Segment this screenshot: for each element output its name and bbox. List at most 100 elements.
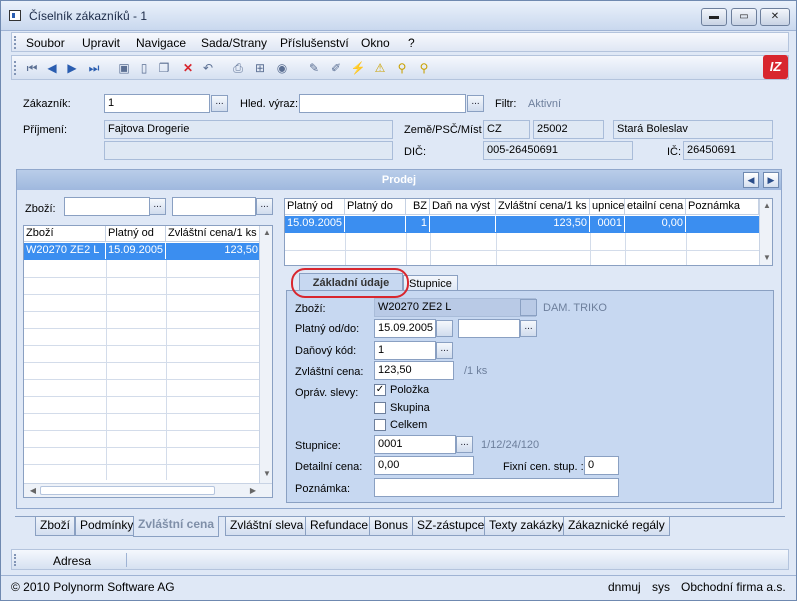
tree-icon[interactable]: ⊞ xyxy=(252,60,268,76)
platny-od-calendar-button[interactable] xyxy=(436,320,453,337)
scroll-left-icon[interactable]: ◀ xyxy=(26,486,40,495)
detail-dan-input[interactable]: 1 xyxy=(374,341,436,360)
detail-poznamka-input[interactable] xyxy=(374,478,619,497)
scroll-down-icon[interactable]: ▼ xyxy=(760,253,772,262)
dan-lookup-button[interactable]: ... xyxy=(436,342,453,359)
menu-sada-strany[interactable]: Sada/Strany xyxy=(201,36,267,50)
grid-line xyxy=(24,294,260,295)
refresh-icon[interactable]: ◉ xyxy=(274,60,290,76)
scroll-right-icon[interactable]: ▶ xyxy=(246,486,260,495)
filter-clear-icon[interactable]: ⚠ xyxy=(372,60,388,76)
maximize-button[interactable]: ▭ xyxy=(731,8,757,26)
scroll-down-icon[interactable]: ▼ xyxy=(260,469,272,478)
detail-fixni-input[interactable]: 0 xyxy=(584,456,619,475)
search-next-icon[interactable]: ⚲ xyxy=(416,60,432,76)
hled-lookup-button[interactable]: ... xyxy=(467,95,484,112)
right-row-poznamka xyxy=(686,216,759,232)
detail-cena-input[interactable]: 123,50 xyxy=(374,361,454,380)
menu-soubor[interactable]: Soubor xyxy=(26,36,65,50)
right-col-platny-do[interactable]: Platný do xyxy=(345,199,406,215)
search-icon[interactable]: ⚲ xyxy=(394,60,410,76)
left-hscroll[interactable]: ◀ ▶ xyxy=(24,483,272,497)
scroll-thumb[interactable] xyxy=(40,486,215,495)
left-zbozi2-lookup-button[interactable]: ... xyxy=(256,198,273,215)
left-row-zbozi: W20270 ZE2 L xyxy=(24,243,106,259)
detail-zbozi-lookup-button[interactable] xyxy=(520,299,537,316)
btab-zakaznicke-regaly[interactable]: Zákaznické regály xyxy=(563,517,670,536)
minimize-button[interactable]: ▬ xyxy=(701,8,727,26)
scroll-up-icon[interactable]: ▲ xyxy=(760,201,772,210)
checkbox-polozka[interactable]: ✓ xyxy=(374,384,386,396)
left-zbozi2-input[interactable] xyxy=(172,197,256,216)
app-icon xyxy=(9,10,21,21)
close-button[interactable]: ✕ xyxy=(760,8,790,26)
platny-do-lookup-button[interactable]: ... xyxy=(520,320,537,337)
prev-icon[interactable]: ◀ xyxy=(44,60,60,76)
zakaznik-input[interactable]: 1 xyxy=(104,94,210,113)
left-col-zbozi[interactable]: Zboží xyxy=(24,226,106,242)
detail-stupnice-input[interactable]: 0001 xyxy=(374,435,456,454)
print-icon[interactable]: ⎙ xyxy=(230,60,246,76)
btab-bonus[interactable]: Bonus xyxy=(369,517,414,536)
btab-sz-zastupce[interactable]: SZ-zástupce xyxy=(412,517,490,536)
edit-icon[interactable]: ✎ xyxy=(306,60,322,76)
edit2-icon[interactable]: ✐ xyxy=(328,60,344,76)
next-icon[interactable]: ▶ xyxy=(64,60,80,76)
hled-input[interactable] xyxy=(299,94,466,113)
left-col-platny[interactable]: Platný od xyxy=(106,226,166,242)
btab-texty-zakazky[interactable]: Texty zakázky xyxy=(484,517,569,536)
last-icon[interactable]: ⏭ xyxy=(86,60,102,76)
btab-podminky[interactable]: Podmínky xyxy=(75,517,139,536)
first-icon[interactable]: ⏮ xyxy=(24,60,40,76)
grid-line xyxy=(406,233,407,265)
right-vscroll[interactable]: ▲ ▼ xyxy=(759,199,772,265)
detail-platny-do-input[interactable] xyxy=(458,319,520,338)
undo-icon[interactable]: ↶ xyxy=(200,60,216,76)
right-col-stupnice[interactable]: upnice xyxy=(590,199,625,215)
right-col-bz[interactable]: BZ xyxy=(406,199,430,215)
filter-icon[interactable]: ⚡ xyxy=(350,60,366,76)
stupnice-lookup-button[interactable]: ... xyxy=(456,436,473,453)
menu-prislusenstvi[interactable]: Příslušenství xyxy=(280,36,349,50)
menu-help[interactable]: ? xyxy=(408,36,415,50)
copy-icon[interactable]: ❐ xyxy=(156,60,172,76)
detail-platny-od-input[interactable]: 15.09.2005 xyxy=(374,319,436,338)
btab-zvlastni-sleva[interactable]: Zvláštní sleva xyxy=(225,517,309,536)
right-col-platny-od[interactable]: Platný od xyxy=(285,199,345,215)
panel-prev-button[interactable]: ◀ xyxy=(743,172,759,188)
checkbox-polozka-label: Položka xyxy=(390,384,430,396)
menu-upravit[interactable]: Upravit xyxy=(82,36,120,50)
left-vscroll[interactable]: ▲ ▼ xyxy=(259,226,272,483)
filtr-label: Filtr: xyxy=(495,98,517,110)
right-col-poznamka[interactable]: Poznámka xyxy=(686,199,759,215)
grip-icon xyxy=(14,61,17,75)
right-col-dan[interactable]: Daň na výst xyxy=(430,199,496,215)
left-zbozi-lookup-button[interactable]: ... xyxy=(149,198,166,215)
delete-icon[interactable]: ✕ xyxy=(180,60,196,76)
dic-field: 005-26450691 xyxy=(483,141,633,160)
left-col-cena[interactable]: Zvláštní cena/1 ks xyxy=(166,226,261,242)
checkbox-celkem[interactable] xyxy=(374,419,386,431)
detail-detail-input[interactable]: 0,00 xyxy=(374,456,474,475)
panel-next-button[interactable]: ▶ xyxy=(763,172,779,188)
left-selected-row[interactable]: W20270 ZE2 L 15.09.2005 123,50 xyxy=(24,243,260,260)
btab-zvlastni-cena[interactable]: Zvláštní cena xyxy=(133,516,220,537)
scroll-up-icon[interactable]: ▲ xyxy=(260,228,272,237)
zakaznik-lookup-button[interactable]: ... xyxy=(211,95,228,112)
save-icon[interactable]: ▣ xyxy=(116,60,132,76)
left-zbozi-input[interactable] xyxy=(64,197,150,216)
right-selected-row[interactable]: 15.09.2005 1 123,50 0001 0,00 xyxy=(285,216,759,233)
btab-refundace[interactable]: Refundace xyxy=(305,517,374,536)
btab-zbozi[interactable]: Zboží xyxy=(35,517,76,536)
adresa-button[interactable]: Adresa xyxy=(53,554,91,568)
checkbox-skupina[interactable] xyxy=(374,402,386,414)
highlight-annotation xyxy=(291,268,409,298)
zakaznik-label: Zákazník: xyxy=(23,98,71,110)
new-icon[interactable]: ▯ xyxy=(136,60,152,76)
menu-okno[interactable]: Okno xyxy=(361,36,390,50)
menu-navigace[interactable]: Navigace xyxy=(136,36,186,50)
right-col-cena[interactable]: Zvláštní cena/1 ks xyxy=(496,199,590,215)
right-col-detail[interactable]: etailní cena xyxy=(625,199,686,215)
right-row-detail: 0,00 xyxy=(625,216,686,232)
panel-title: Prodej xyxy=(17,170,781,190)
